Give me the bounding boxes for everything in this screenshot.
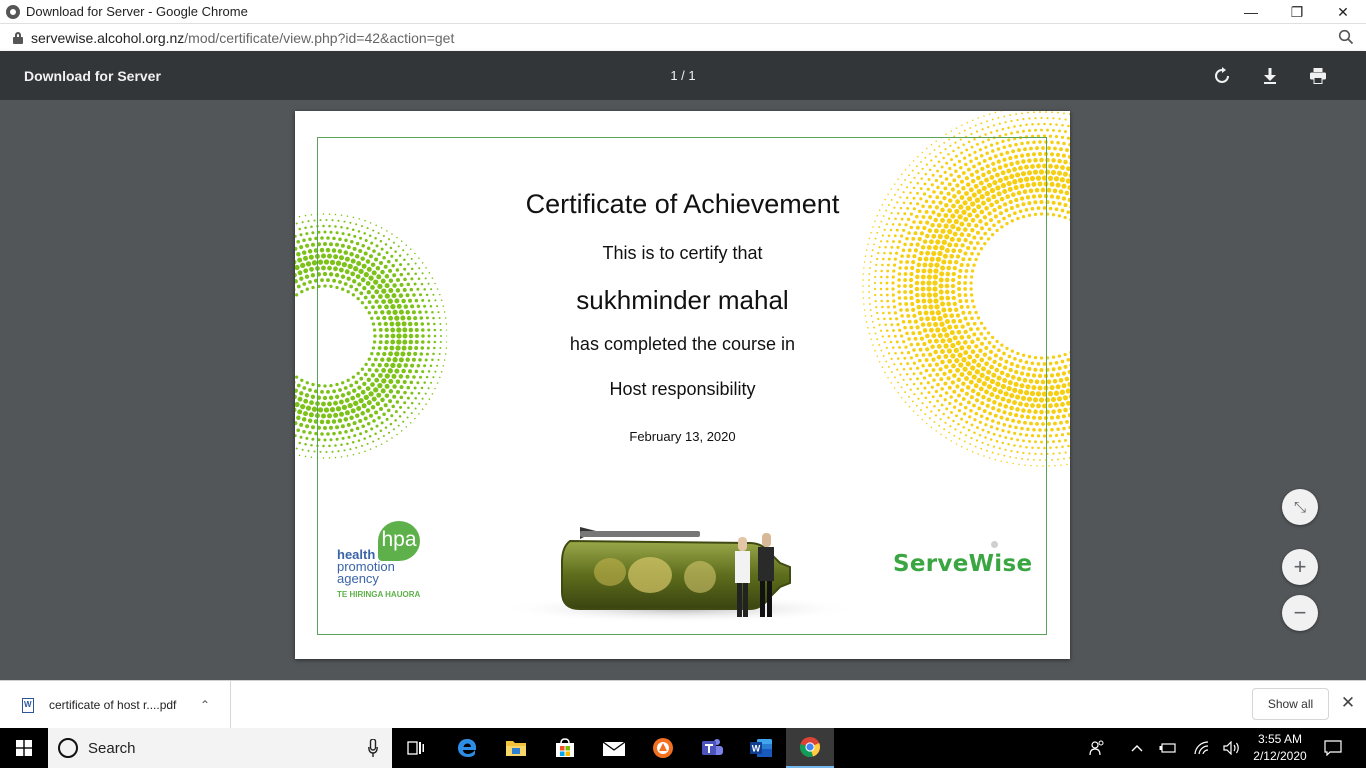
chrome-icon[interactable]: [786, 728, 834, 768]
window-title: Download for Server - Google Chrome: [26, 4, 248, 19]
lock-icon[interactable]: [13, 31, 23, 44]
completion-date: February 13, 2020: [629, 429, 736, 444]
windows-taskbar: Search W 3:55 AM 2/12/2020: [0, 728, 1366, 768]
task-view-icon[interactable]: [392, 728, 440, 768]
url-host: servewise.alcohol.org.nz: [31, 29, 185, 46]
action-center-icon[interactable]: [1322, 728, 1344, 768]
course-name: Host responsibility: [609, 379, 756, 399]
windows-start-icon[interactable]: [0, 728, 48, 768]
address-bar[interactable]: servewise.alcohol.org.nz/mod/certificate…: [0, 24, 1366, 51]
close-shelf-icon[interactable]: ✕: [1338, 693, 1358, 713]
zoom-out-button[interactable]: −: [1282, 595, 1318, 631]
restore-button[interactable]: ❐: [1274, 0, 1320, 24]
recipient-name: sukhminder mahal: [576, 285, 789, 315]
servewise-logo: ServeWise: [893, 551, 1033, 577]
avast-icon[interactable]: [639, 728, 687, 768]
battery-icon[interactable]: [1158, 728, 1178, 768]
microsoft-store-icon[interactable]: [541, 728, 589, 768]
pdf-toolbar: Download for Server 1 / 1: [0, 51, 1366, 100]
word-file-icon: [22, 697, 34, 713]
people-icon[interactable]: [1086, 728, 1108, 768]
taskbar-clock[interactable]: 3:55 AM 2/12/2020: [1250, 731, 1310, 765]
chevron-up-icon[interactable]: ⌃: [200, 698, 210, 712]
window-titlebar: Download for Server - Google Chrome — ❐ …: [0, 0, 1366, 24]
certificate-page: Certificate of Achievement This is to ce…: [295, 111, 1070, 659]
pdf-viewer[interactable]: Certificate of Achievement This is to ce…: [0, 100, 1366, 680]
hpa-wordmark: health promotion agency: [337, 548, 395, 586]
zoom-in-button[interactable]: +: [1282, 549, 1318, 585]
bottle-staff-illustration: [500, 527, 860, 623]
rotate-icon[interactable]: [1210, 64, 1234, 88]
cortana-icon: [58, 738, 78, 758]
teams-icon[interactable]: [688, 728, 736, 768]
window-controls: — ❐ ✕: [1228, 0, 1366, 24]
volume-icon[interactable]: [1222, 728, 1242, 768]
url-path: /mod/certificate/view.php?id=42&action=g…: [184, 29, 455, 46]
fit-to-page-button[interactable]: ⤡: [1282, 489, 1318, 525]
hpa-logo: hpa health promotion agency TE HIRINGA H…: [335, 519, 425, 599]
certificate-heading: Certificate of Achievement: [525, 189, 840, 219]
chrome-page-icon: [6, 4, 20, 19]
minimize-button[interactable]: —: [1228, 0, 1274, 24]
mail-icon[interactable]: [590, 728, 638, 768]
clock-date: 2/12/2020: [1253, 749, 1307, 763]
hpa-word-agency: agency: [337, 571, 379, 586]
download-icon[interactable]: [1258, 64, 1282, 88]
taskbar-search-box[interactable]: Search: [48, 728, 392, 768]
edge-icon[interactable]: [443, 728, 491, 768]
certify-line: This is to certify that: [602, 243, 763, 263]
search-placeholder: Search: [88, 739, 136, 757]
chevron-up-tray-icon[interactable]: [1127, 728, 1147, 768]
servewise-dot-icon: [991, 541, 998, 548]
microphone-icon[interactable]: [368, 739, 378, 757]
file-explorer-icon[interactable]: [492, 728, 540, 768]
close-window-button[interactable]: ✕: [1320, 0, 1366, 24]
completed-line: has completed the course in: [569, 334, 796, 354]
show-all-button[interactable]: Show all: [1252, 688, 1329, 720]
wifi-icon[interactable]: [1192, 728, 1212, 768]
download-shelf: certificate of host r....pdf ⌃ Show all …: [0, 680, 1366, 729]
svg-text:W: W: [752, 744, 761, 754]
download-file-name: certificate of host r....pdf: [49, 698, 177, 712]
page-indicator: 1 / 1: [670, 68, 696, 83]
clock-time: 3:55 AM: [1257, 732, 1303, 746]
hpa-maori-name: TE HIRINGA HAUORA: [337, 590, 421, 599]
word-icon[interactable]: W: [737, 728, 785, 768]
download-item[interactable]: certificate of host r....pdf ⌃: [0, 681, 231, 729]
print-icon[interactable]: [1306, 64, 1330, 88]
pdf-title: Download for Server: [24, 68, 161, 84]
zoom-magnifier-icon[interactable]: [1338, 29, 1354, 45]
